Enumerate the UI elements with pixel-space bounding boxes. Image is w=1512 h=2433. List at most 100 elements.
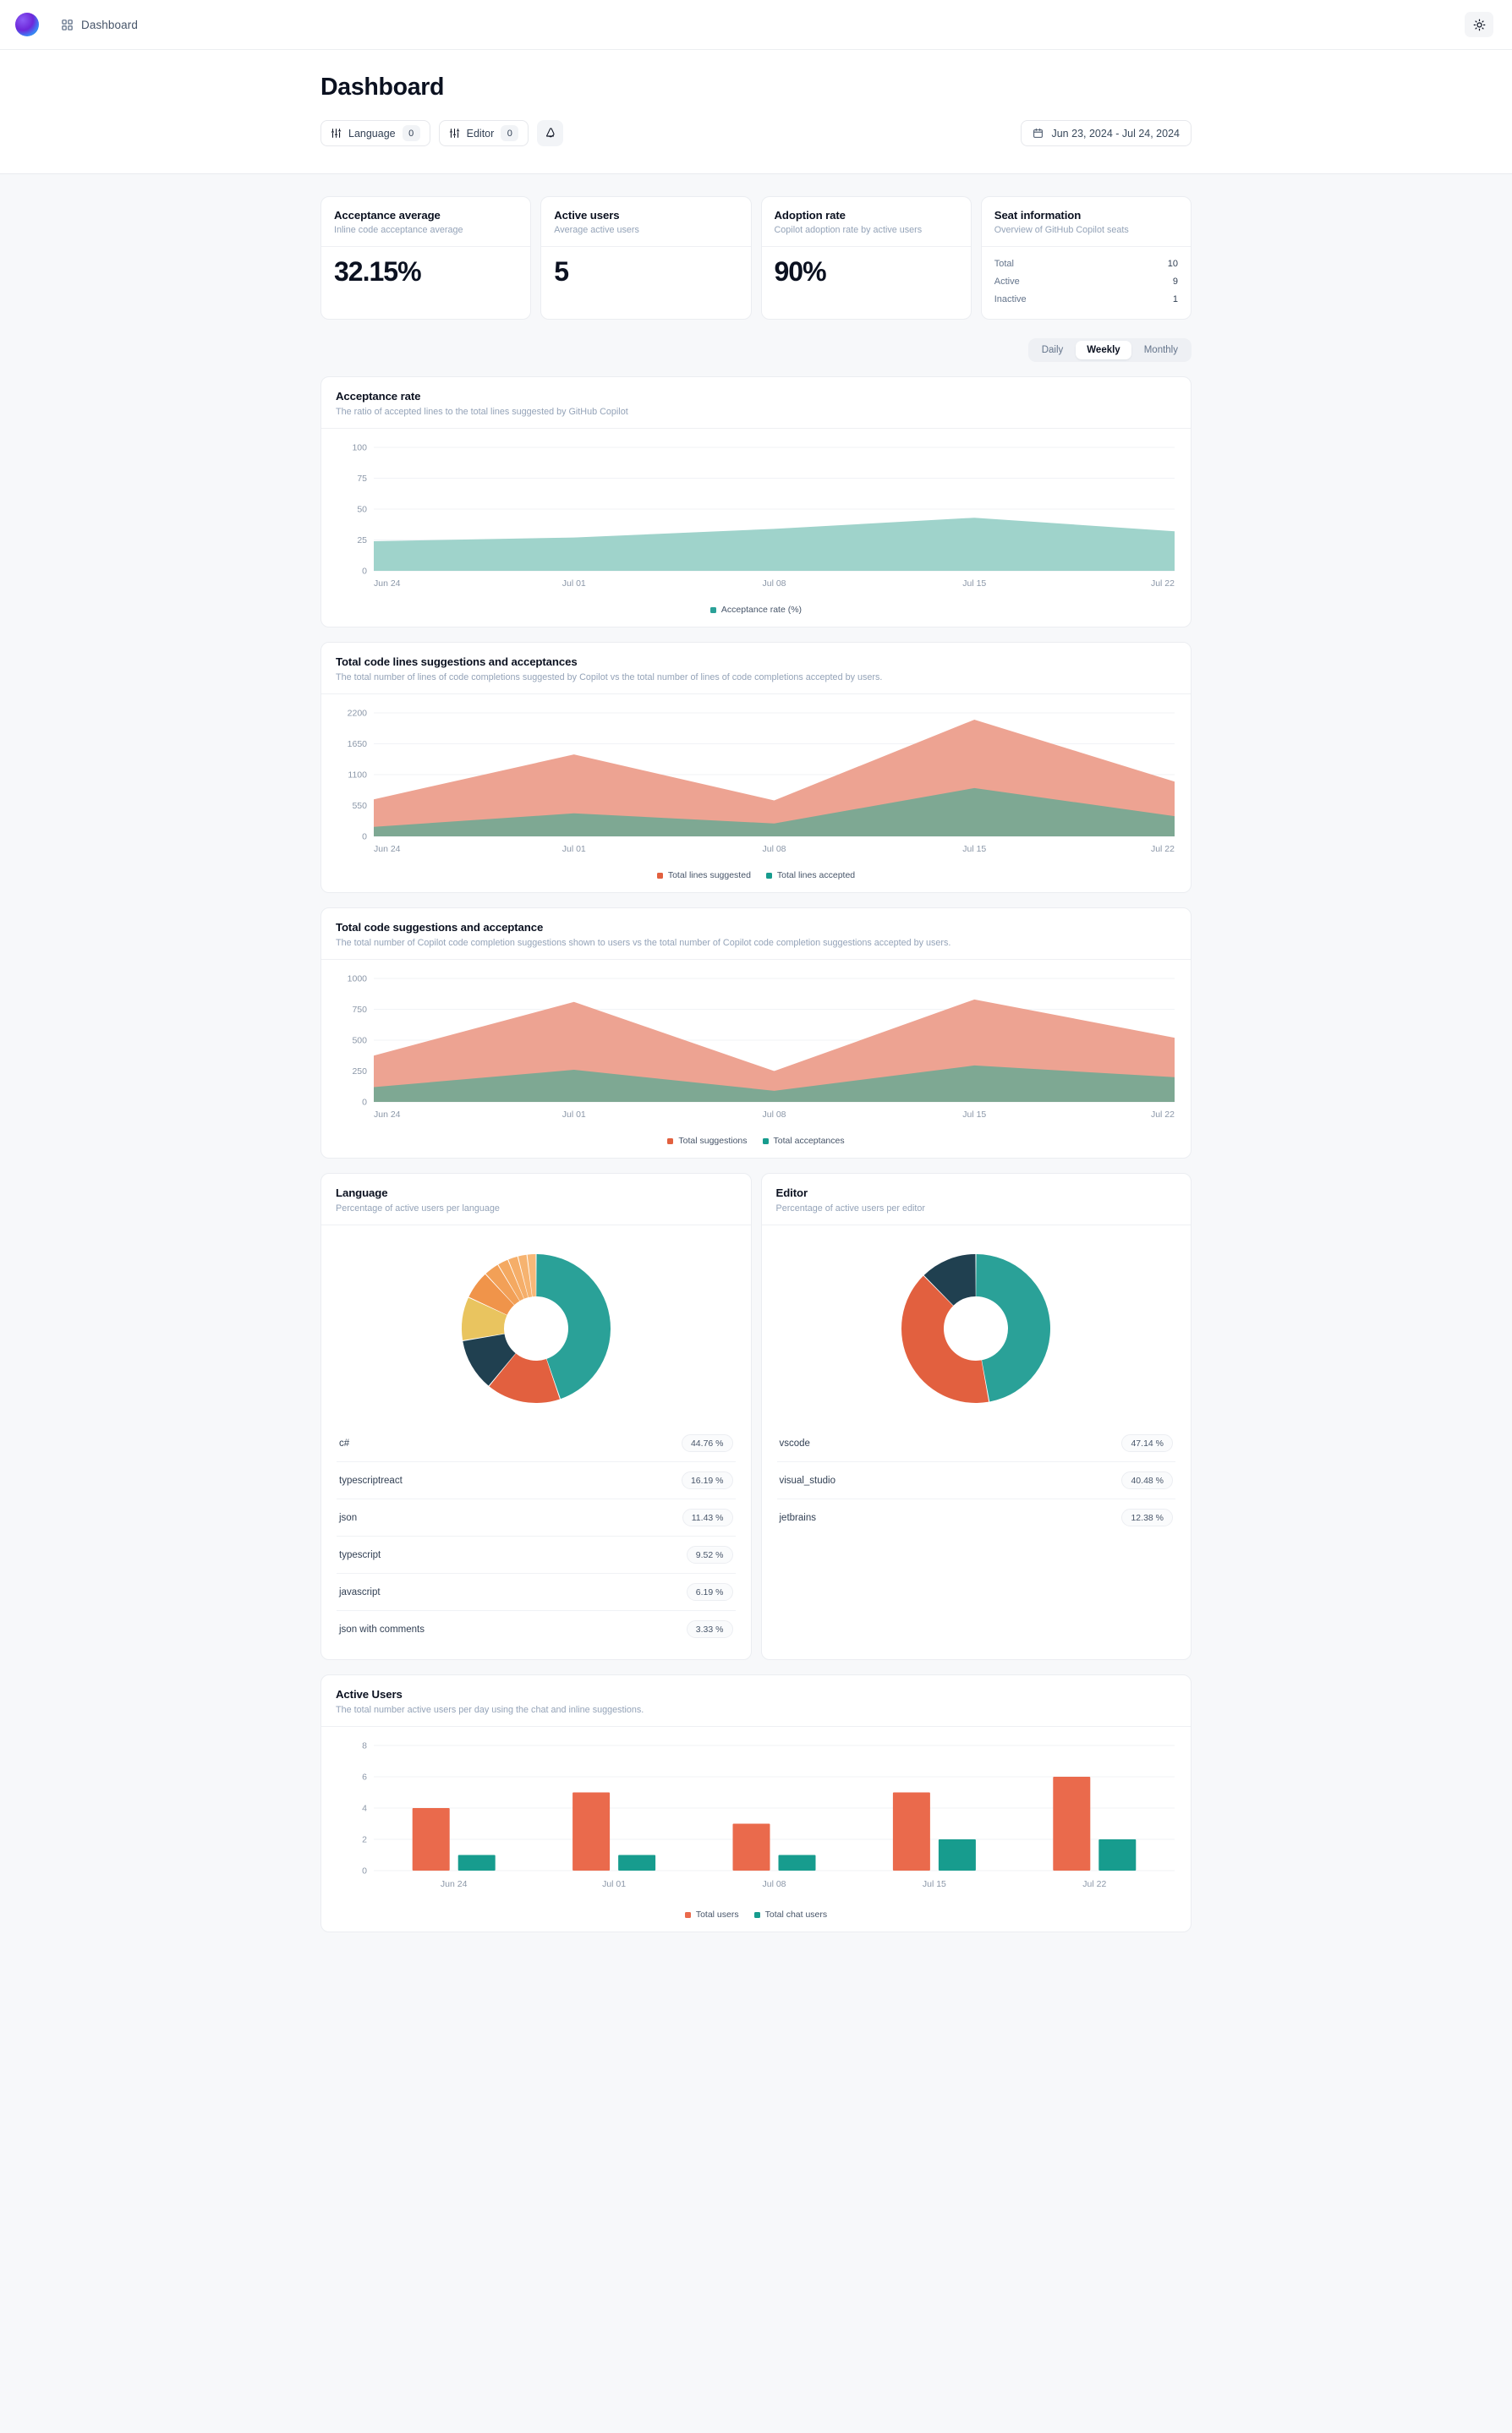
card-total-code-lines: Total code lines suggestions and accepta…	[320, 642, 1192, 893]
legend-item[interactable]: Total users	[684, 1910, 739, 1920]
legend-label: Total lines suggested	[667, 870, 751, 880]
x-axis-tick: Jul 22	[1151, 578, 1175, 589]
x-axis-tick: Jun 24	[441, 1879, 468, 1889]
donut-slice[interactable]	[976, 1254, 1051, 1402]
card-title: Language	[336, 1186, 388, 1199]
chart-editor-donut	[901, 1254, 1051, 1403]
theme-toggle-button[interactable]	[1465, 12, 1493, 37]
legend-item[interactable]: Total lines suggested	[656, 870, 751, 880]
interval-option-daily[interactable]: Daily	[1031, 341, 1075, 359]
seat-row-total: Total 10	[994, 255, 1178, 272]
area-series-0	[374, 518, 1175, 571]
donut-wrap	[762, 1225, 1192, 1422]
legend-item[interactable]: Total suggestions	[667, 1136, 748, 1146]
card-header: Active Users The total number active use…	[321, 1675, 1191, 1727]
y-axis-tick: 0	[362, 567, 367, 577]
distribution-name: typescriptreact	[339, 1475, 403, 1486]
seat-value: 9	[1172, 276, 1178, 287]
kpi-header: Acceptance average Inline code acceptanc…	[321, 197, 531, 247]
filter-count-language: 0	[402, 125, 420, 141]
card-header: Total code lines suggestions and accepta…	[321, 643, 1191, 694]
legend-label: Total chat users	[764, 1910, 828, 1920]
legend-label: Acceptance rate (%)	[720, 605, 803, 615]
grid-icon	[61, 19, 74, 31]
language-distribution-list: c# 44.76 % typescriptreact 16.19 % json 11.43…	[321, 1422, 751, 1659]
language-list-item: c# 44.76 %	[337, 1425, 736, 1462]
interval-option-monthly[interactable]: Monthly	[1133, 341, 1189, 359]
legend-item[interactable]: Total lines accepted	[765, 870, 856, 880]
x-axis-tick: Jul 08	[762, 1110, 786, 1120]
bar-total-chat-users	[778, 1855, 816, 1871]
editor-list-item: vscode 47.14 %	[776, 1425, 1175, 1462]
kpi-card-acceptance-average: Acceptance average Inline code acceptanc…	[320, 196, 532, 320]
chart-legend: Total lines suggested Total lines accept…	[333, 870, 1179, 880]
page-title: Dashboard	[320, 74, 445, 101]
x-axis-tick: Jul 22	[1151, 844, 1175, 854]
card-header: Acceptance rate The ratio of accepted li…	[321, 377, 1191, 429]
distribution-percent: 3.33 %	[686, 1620, 733, 1638]
nav-link-dashboard[interactable]: Dashboard	[61, 19, 138, 31]
chart-active-users: 0 2 4 6 8 Jun 24 Jul 01 Jul 08 Jul 15 Jul 22	[362, 1741, 1175, 1889]
kpi-subtitle: Overview of GitHub Copilot seats	[994, 225, 1129, 235]
x-axis-tick: Jul 22	[1151, 1110, 1175, 1120]
x-axis-tick: Jul 01	[562, 1110, 586, 1120]
legend-item[interactable]: Total acceptances	[762, 1136, 845, 1146]
card-title: Active Users	[336, 1688, 403, 1701]
y-axis-tick: 1650	[348, 739, 368, 749]
bar-total-users	[892, 1792, 930, 1871]
y-axis-tick: 0	[362, 1866, 367, 1877]
bar-total-users	[732, 1823, 770, 1871]
header-band: Dashboard Language 0 Editor 0 Jun 23, 20…	[0, 50, 1512, 174]
chart-total-code-lines: 0 550 1100 1650 2200 Jun 24 Jul 01 Jul 08 Jul 15…	[348, 709, 1175, 855]
y-axis-tick: 250	[352, 1066, 367, 1077]
distribution-name: typescript	[339, 1549, 381, 1560]
distribution-percent: 6.19 %	[686, 1583, 733, 1601]
donut-wrap	[321, 1225, 751, 1422]
card-header: Language Percentage of active users per …	[321, 1174, 751, 1225]
distribution-row: Language Percentage of active users per …	[320, 1173, 1192, 1660]
calendar-icon	[1033, 128, 1044, 139]
x-axis-tick: Jul 15	[923, 1879, 946, 1889]
x-axis-tick: Jul 08	[762, 578, 786, 589]
y-axis-tick: 550	[352, 801, 367, 811]
chart-acceptance-rate: 0 25 50 75 100 Jun 24 Jul 01 Jul 08 Jul 15 Jul 22	[352, 443, 1175, 589]
kpi-title: Adoption rate	[774, 209, 846, 222]
card-subtitle: The total number active users per day us…	[336, 1705, 644, 1715]
card-title: Editor	[775, 1186, 808, 1199]
filter-button-editor[interactable]: Editor 0	[438, 120, 529, 146]
card-body: 0 250 500 750 1000 Jun 24 Jul 01 Jul 08 Jul 15 Ju…	[321, 960, 1191, 1158]
editor-list-item: jetbrains 12.38 %	[777, 1499, 1176, 1536]
date-range-picker[interactable]: Jun 23, 2024 - Jul 24, 2024	[1021, 120, 1192, 146]
x-axis-tick: Jul 15	[962, 578, 986, 589]
nav-link-label: Dashboard	[81, 18, 138, 31]
x-axis-tick: Jul 08	[762, 1879, 786, 1889]
bar-total-chat-users	[938, 1839, 976, 1871]
card-title: Acceptance rate	[336, 390, 421, 403]
filter-button-language[interactable]: Language 0	[320, 120, 430, 146]
interval-option-weekly[interactable]: Weekly	[1076, 341, 1131, 359]
distribution-percent: 11.43 %	[682, 1509, 733, 1526]
legend-item[interactable]: Total chat users	[753, 1910, 828, 1920]
chart-legend: Total suggestions Total acceptances	[333, 1136, 1179, 1146]
language-list-item: json 11.43 %	[337, 1499, 736, 1537]
kpi-header: Active users Average active users	[541, 197, 751, 247]
distribution-percent: 12.38 %	[1121, 1509, 1173, 1526]
kpi-value: 32.15%	[334, 256, 422, 287]
card-body: 0 2 4 6 8 Jun 24 Jul 01 Jul 08 Jul 15 Jul 22 Tota…	[321, 1727, 1191, 1932]
card-header: Total code suggestions and acceptance Th…	[321, 908, 1191, 960]
distribution-percent: 9.52 %	[686, 1546, 733, 1564]
reset-filters-button[interactable]	[537, 120, 564, 146]
editor-distribution-list: vscode 47.14 % visual_studio 40.48 % jetbrai…	[762, 1422, 1192, 1548]
card-subtitle: The total number of Copilot code complet…	[336, 938, 951, 948]
bar-total-users	[412, 1808, 450, 1871]
legend-label: Total lines accepted	[776, 870, 856, 880]
kpi-body: 32.15%	[321, 247, 530, 301]
x-axis-tick: Jun 24	[374, 578, 401, 589]
sliders-icon	[449, 128, 460, 139]
x-axis-tick: Jul 15	[962, 1110, 986, 1120]
language-list-item: typescriptreact 16.19 %	[337, 1462, 736, 1499]
legend-item[interactable]: Acceptance rate (%)	[709, 605, 803, 615]
interval-segmented-control: Daily Weekly Monthly	[1027, 338, 1192, 362]
distribution-percent: 47.14 %	[1121, 1434, 1173, 1452]
sun-icon	[1473, 19, 1486, 31]
